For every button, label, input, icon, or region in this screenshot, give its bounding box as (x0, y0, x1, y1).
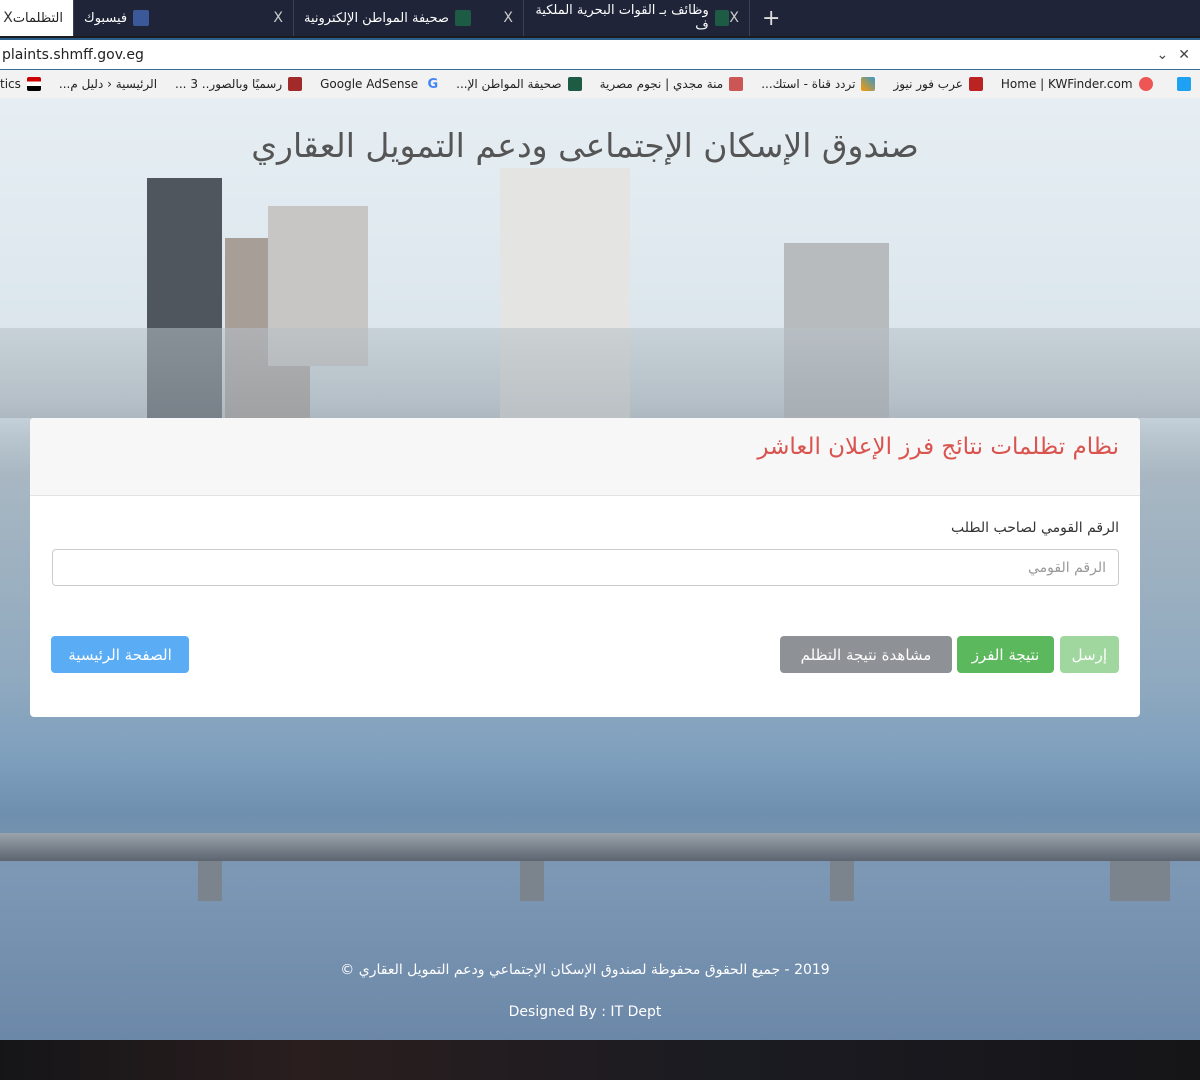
tab-bar: التظلمات X فيسبوك X صحيفة المواطن الإلكترو… (0, 0, 1200, 36)
tab-jobs[interactable]: وظائف بـ القوات البحرية الملكية ف X (524, 0, 750, 36)
site-icon (968, 77, 983, 91)
bridge-pier (198, 861, 222, 901)
facebook-icon (133, 10, 150, 26)
tab-label: فيسبوك (84, 10, 128, 26)
bridge-pier (830, 861, 854, 901)
close-icon[interactable]: X (729, 10, 739, 26)
bookmarks-bar: tics الرئيسية ‹ دليل م... رسميًا وبالصور… (0, 70, 1200, 98)
bookmark-label: عرب فور نيوز (893, 77, 963, 91)
bookmark-label: منة مجدي | نجوم مصرية (599, 77, 724, 91)
sorting-result-button[interactable]: نتيجة الفرز (957, 636, 1054, 673)
bookmark-label: صحيفة المواطن الإ... (456, 77, 562, 91)
close-icon[interactable]: ✕ (1178, 47, 1190, 63)
chevron-down-icon[interactable]: ⌄ (1157, 47, 1169, 63)
tab-label: صحيفة المواطن الإلكترونية (304, 10, 449, 26)
tab-complaints[interactable]: التظلمات X (0, 0, 74, 36)
google-icon: G (427, 77, 439, 92)
new-tab-button[interactable]: + (750, 0, 792, 36)
national-id-input[interactable] (52, 549, 1119, 586)
site-icon (729, 77, 744, 91)
tab-almowaten[interactable]: صحيفة المواطن الإلكترونية X (294, 0, 524, 36)
bookmark[interactable]: منة مجدي | نجوم مصرية (600, 77, 744, 91)
site-icon (454, 10, 471, 26)
chart-icon (861, 77, 876, 91)
egypt-flag-icon (26, 77, 41, 91)
site-title: صندوق الإسكان الإجتماعى ودعم التمويل الع… (251, 126, 919, 165)
bookmark[interactable]: تردد قناة - استك... (761, 77, 876, 91)
card-title: نظام تظلمات نتائج فرز الإعلان العاشر (30, 418, 1140, 496)
bookmark-label: Google AdSense (320, 77, 419, 91)
complaint-form-card: نظام تظلمات نتائج فرز الإعلان العاشر الر… (30, 418, 1140, 717)
page-background: صندوق الإسكان الإجتماعى ودعم التمويل الع… (0, 98, 1200, 1040)
site-icon (288, 77, 303, 91)
close-icon[interactable]: X (3, 10, 13, 26)
bookmark-label: الرئيسية ‹ دليل م... (58, 77, 158, 91)
close-icon[interactable]: X (273, 10, 283, 26)
view-complaint-result-button[interactable]: مشاهدة نتيجة التظلم (780, 636, 952, 673)
close-icon[interactable]: X (503, 10, 513, 26)
national-id-label: الرقم القومي لصاحب الطلب (951, 520, 1119, 536)
city-skyline (0, 328, 1200, 418)
bookmark[interactable]: tics (0, 77, 41, 91)
site-icon (714, 10, 730, 26)
twitter-icon (1176, 77, 1191, 91)
send-button[interactable]: إرسل (1060, 636, 1119, 673)
taskbar (0, 1040, 1200, 1080)
bookmark-label: tics (0, 77, 21, 91)
bookmark[interactable]: رسميًا وبالصور.. 3 ... (175, 77, 303, 91)
bookmark[interactable]: صحيفة المواطن الإ... (456, 77, 582, 91)
bookmark-label: تردد قناة - استك... (761, 77, 856, 91)
kwfinder-icon (1138, 77, 1153, 91)
footer-copyright: 2019 - جميع الحقوق محفوظة لصندوق الإسكان… (340, 962, 830, 978)
home-page-button[interactable]: الصفحة الرئيسية (51, 636, 189, 673)
url-text[interactable]: plaints.shmff.gov.eg (2, 47, 144, 63)
site-icon (567, 77, 582, 91)
bookmark[interactable] (1171, 77, 1191, 91)
bookmark[interactable]: الرئيسية ‹ دليل م... (59, 77, 157, 91)
tab-label: التظلمات (12, 10, 63, 26)
tab-label: وظائف بـ القوات البحرية الملكية ف (535, 3, 709, 33)
bookmark-label: Home | KWFinder.com (1000, 77, 1133, 91)
bridge-pier (520, 861, 544, 901)
bridge-pier (1110, 861, 1170, 901)
address-bar[interactable]: plaints.shmff.gov.eg ⌄ ✕ (0, 38, 1200, 70)
bridge (0, 833, 1200, 861)
bookmark[interactable]: عرب فور نيوز (893, 77, 983, 91)
bookmark-label: رسميًا وبالصور.. 3 ... (175, 77, 283, 91)
tab-facebook[interactable]: فيسبوك X (74, 0, 294, 36)
bookmark[interactable]: G Google AdSense (320, 77, 439, 92)
footer-designed-by: Designed By : IT Dept (508, 1004, 662, 1020)
bookmark[interactable]: Home | KWFinder.com (1001, 77, 1153, 91)
